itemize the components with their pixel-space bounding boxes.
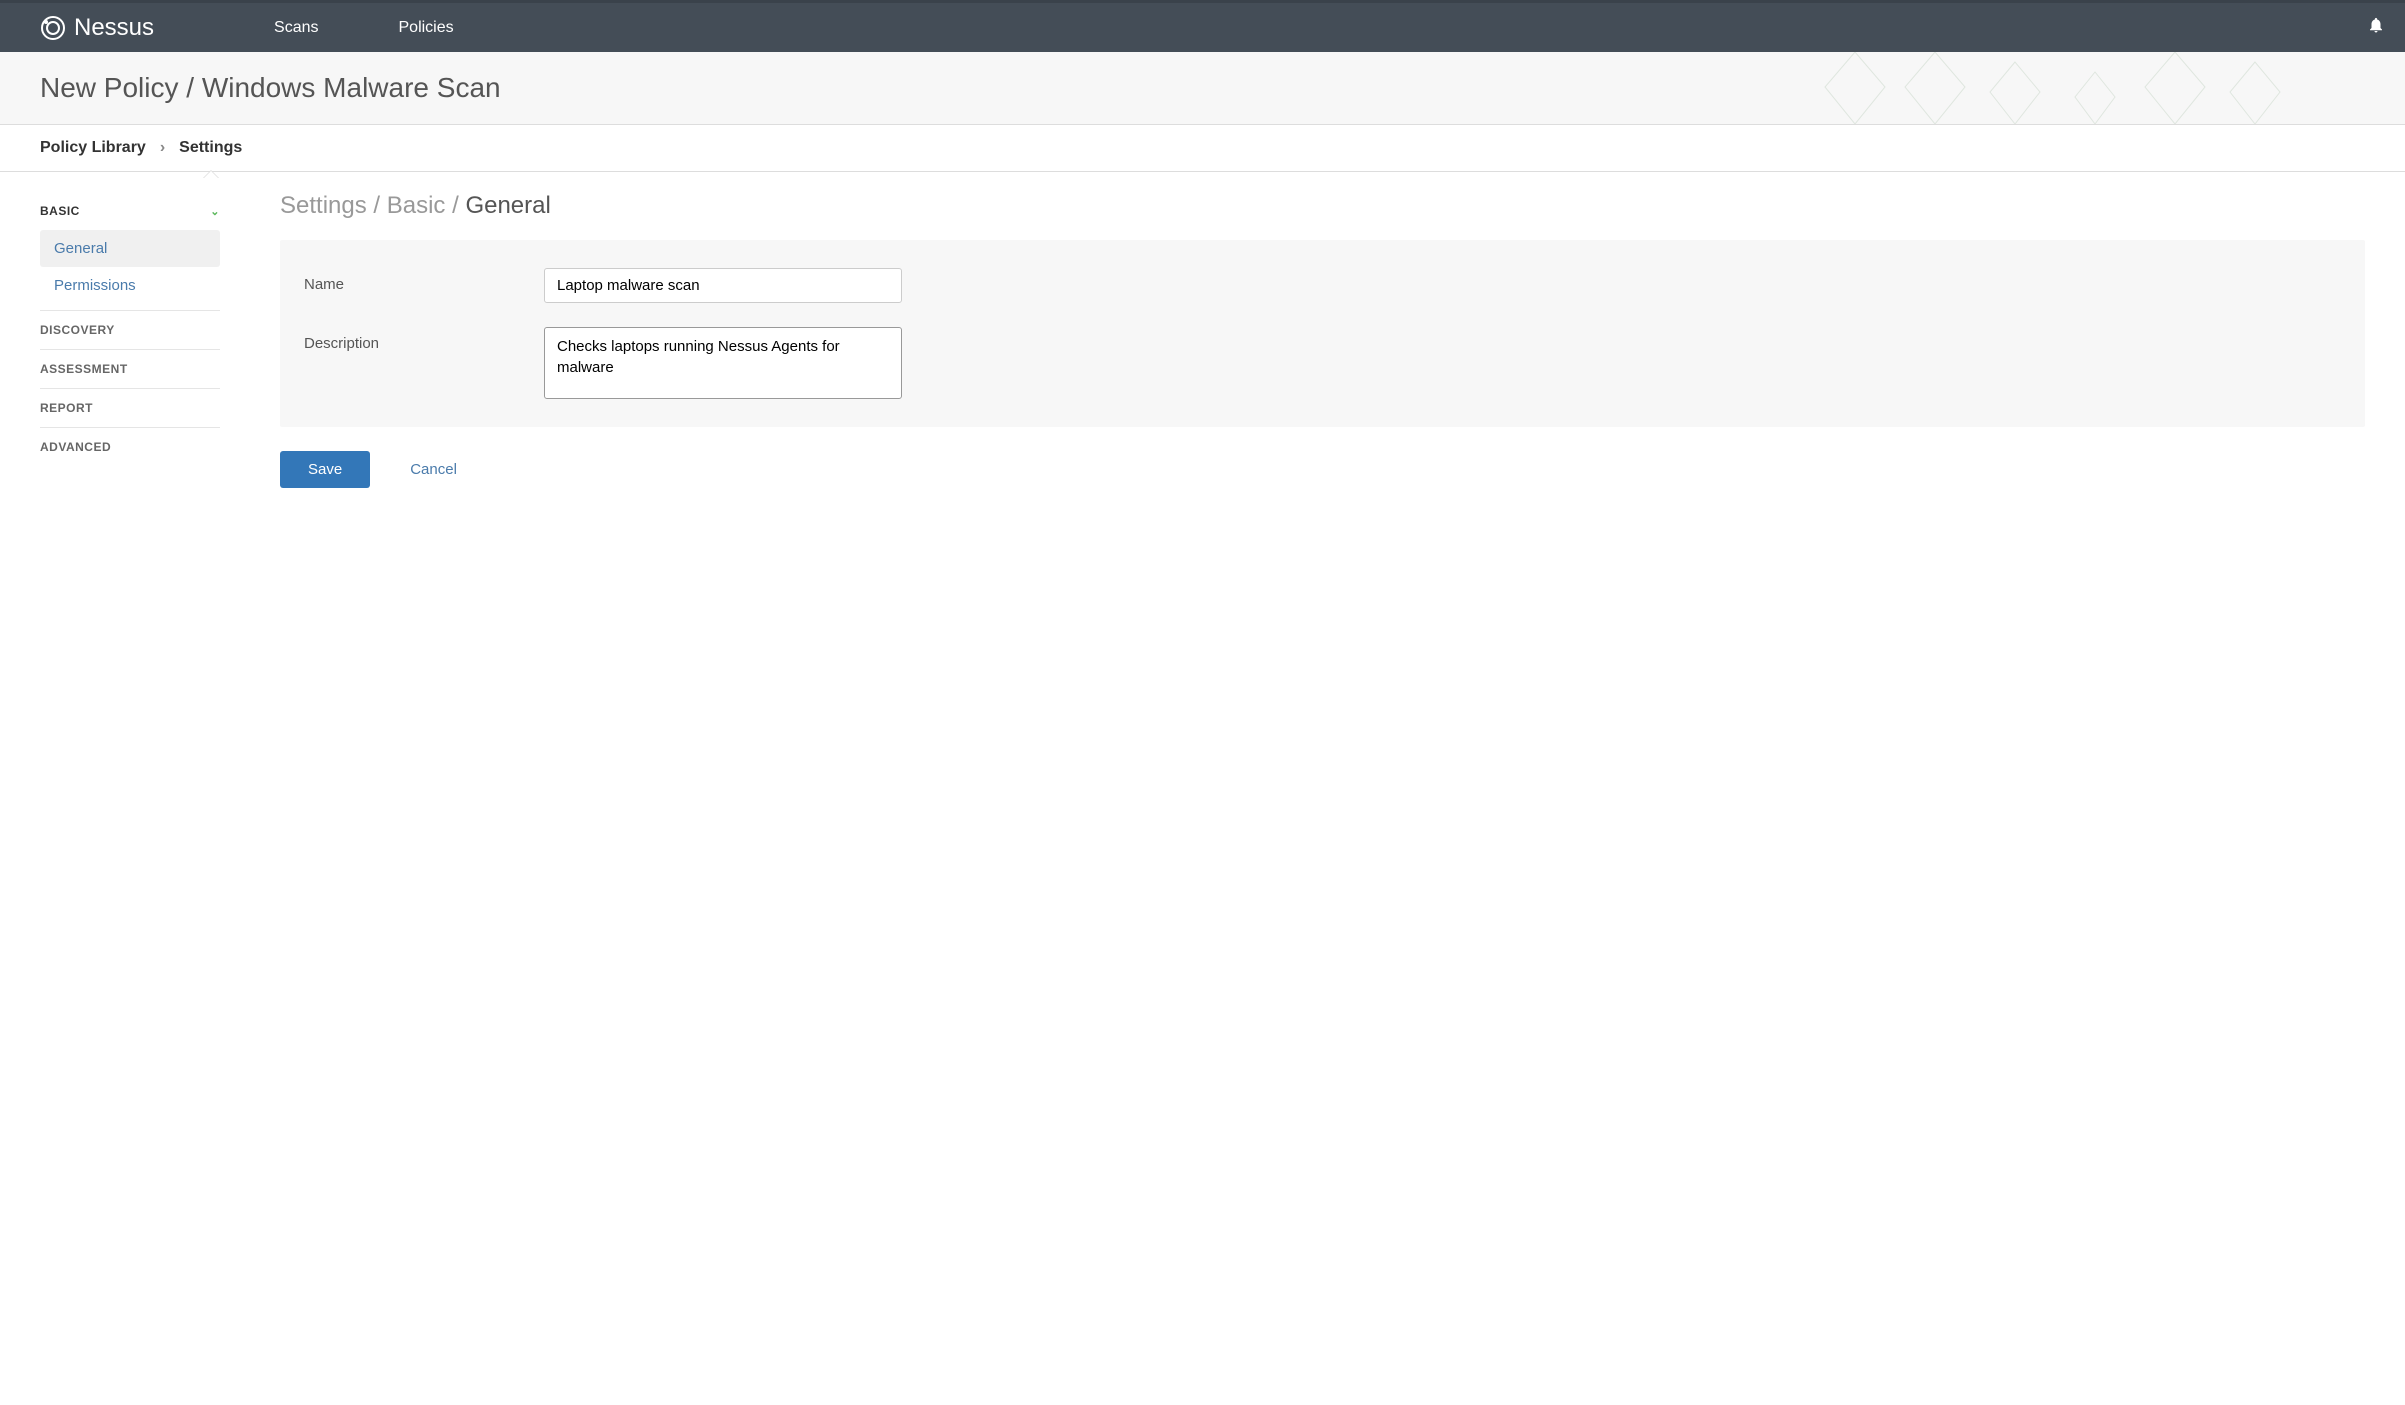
main-panel: Settings / Basic / General Name Descript… bbox=[280, 192, 2365, 488]
form-row-description: Description bbox=[304, 327, 2341, 399]
sidebar-header-discovery[interactable]: DISCOVERY bbox=[40, 311, 220, 349]
nav-links: Scans Policies bbox=[274, 19, 454, 37]
name-label: Name bbox=[304, 268, 544, 293]
panel-crumb-basic: Basic bbox=[387, 192, 446, 219]
form-panel: Name Description bbox=[280, 240, 2365, 427]
sidebar-header-basic[interactable]: BASIC ⌄ bbox=[40, 192, 220, 230]
form-actions: Save Cancel bbox=[280, 451, 2365, 488]
form-row-name: Name bbox=[304, 268, 2341, 303]
app-name: Nessus bbox=[74, 14, 154, 42]
breadcrumb-settings[interactable]: Settings bbox=[179, 139, 242, 157]
page-header: New Policy / Windows Malware Scan bbox=[0, 52, 2405, 125]
sidebar-section-discovery: DISCOVERY bbox=[40, 311, 220, 350]
panel-crumb-settings: Settings bbox=[280, 192, 367, 219]
sidebar-basic-items: General Permissions bbox=[40, 230, 220, 310]
sidebar-item-permissions[interactable]: Permissions bbox=[40, 267, 220, 304]
nav-policies[interactable]: Policies bbox=[399, 19, 454, 37]
nav-right bbox=[2367, 16, 2385, 39]
sidebar-header-assessment[interactable]: ASSESSMENT bbox=[40, 350, 220, 388]
nav-scans[interactable]: Scans bbox=[274, 19, 318, 37]
sidebar-item-general[interactable]: General bbox=[40, 230, 220, 267]
breadcrumb-bar: Policy Library › Settings bbox=[0, 125, 2405, 172]
sidebar-section-basic: BASIC ⌄ General Permissions bbox=[40, 192, 220, 311]
chevron-down-icon: ⌄ bbox=[210, 205, 220, 218]
content-area: BASIC ⌄ General Permissions DISCOVERY AS… bbox=[0, 172, 2405, 508]
name-input[interactable] bbox=[544, 268, 902, 303]
notifications-icon[interactable] bbox=[2367, 16, 2385, 39]
nessus-logo-icon bbox=[40, 15, 66, 41]
top-navbar: Nessus Scans Policies bbox=[0, 0, 2405, 52]
app-logo[interactable]: Nessus bbox=[40, 14, 154, 42]
sidebar-header-report[interactable]: REPORT bbox=[40, 389, 220, 427]
sidebar-header-advanced[interactable]: ADVANCED bbox=[40, 428, 220, 466]
breadcrumb-policy-library[interactable]: Policy Library bbox=[40, 139, 146, 157]
sidebar-section-advanced: ADVANCED bbox=[40, 428, 220, 466]
save-button[interactable]: Save bbox=[280, 451, 370, 488]
panel-crumb-general: General bbox=[465, 192, 550, 219]
sidebar-section-assessment: ASSESSMENT bbox=[40, 350, 220, 389]
chevron-right-icon: › bbox=[160, 139, 165, 157]
settings-sidebar: BASIC ⌄ General Permissions DISCOVERY AS… bbox=[40, 192, 220, 488]
description-textarea[interactable] bbox=[544, 327, 902, 399]
panel-crumb-sep: / bbox=[373, 192, 386, 219]
header-decoration bbox=[1805, 52, 2305, 124]
description-label: Description bbox=[304, 327, 544, 352]
sidebar-label-basic: BASIC bbox=[40, 204, 80, 218]
sidebar-section-report: REPORT bbox=[40, 389, 220, 428]
cancel-button[interactable]: Cancel bbox=[410, 461, 457, 478]
breadcrumb: Policy Library › Settings bbox=[40, 139, 2365, 157]
panel-breadcrumb: Settings / Basic / General bbox=[280, 192, 2365, 220]
panel-crumb-sep2: / bbox=[452, 192, 465, 219]
